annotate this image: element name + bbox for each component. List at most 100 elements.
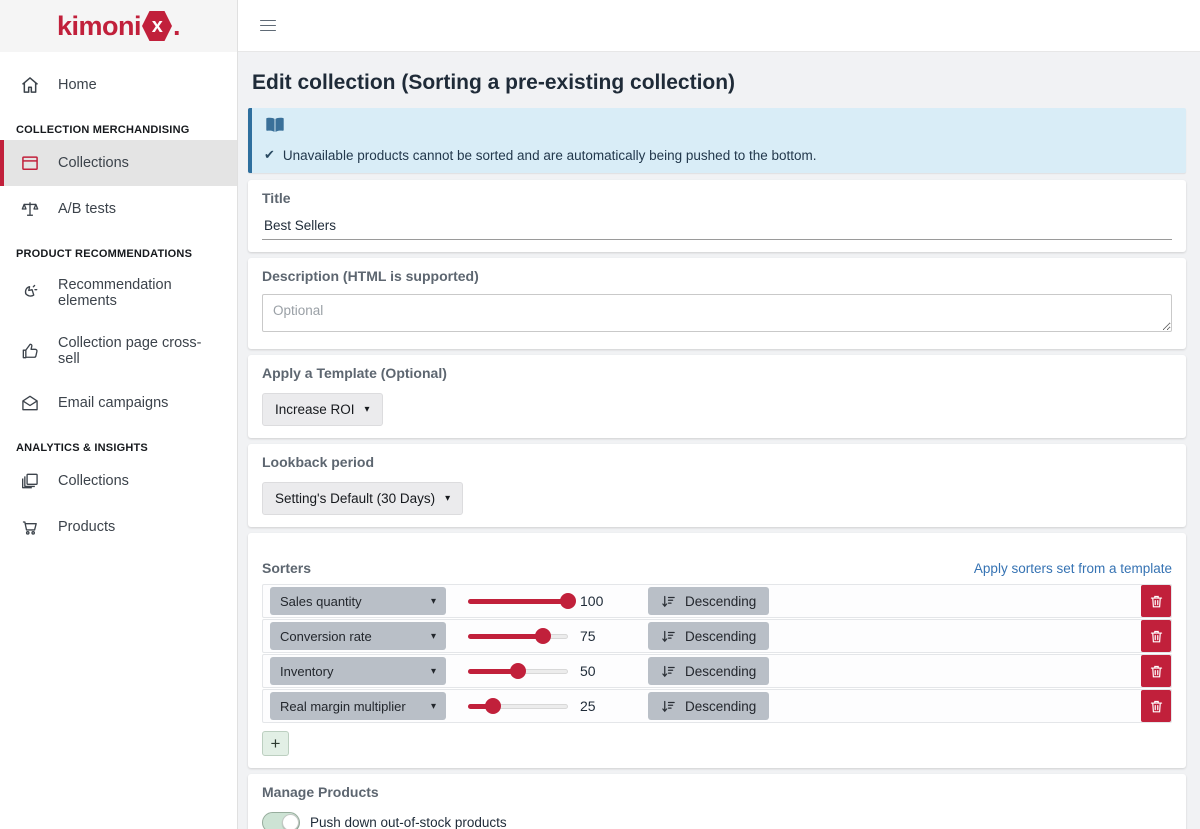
- weight-value: 75: [580, 628, 614, 644]
- slider-knob[interactable]: [535, 628, 551, 644]
- manage-products-label: Manage Products: [262, 784, 1172, 800]
- title-input[interactable]: [262, 214, 1172, 240]
- toggle-knob: [282, 814, 299, 829]
- sorter-select[interactable]: Conversion rate ▾: [270, 622, 446, 650]
- caret-down-icon: ▾: [431, 631, 436, 642]
- sort-direction-button[interactable]: Descending: [648, 657, 769, 685]
- description-textarea[interactable]: [262, 294, 1172, 332]
- snap-fingers-icon: [20, 283, 40, 303]
- browser-window-icon: [20, 153, 40, 173]
- sorter-select[interactable]: Sales quantity ▾: [270, 587, 446, 615]
- template-select[interactable]: Increase ROI ▾: [262, 393, 383, 426]
- sidebar-section-header: COLLECTION MERCHANDISING: [0, 108, 237, 140]
- lookback-card: Lookback period Setting's Default (30 Da…: [248, 444, 1186, 527]
- sort-descending-icon: [661, 664, 676, 679]
- template-value: Increase ROI: [275, 402, 355, 417]
- logo-bar: kimonix.: [0, 0, 237, 52]
- sort-direction-label: Descending: [685, 699, 756, 714]
- slider-knob[interactable]: [560, 593, 576, 609]
- delete-sorter-button[interactable]: [1141, 620, 1171, 652]
- sidebar-item-cross-sell[interactable]: Collection page cross-sell: [0, 322, 237, 380]
- sidebar-section-header: PRODUCT RECOMMENDATIONS: [0, 232, 237, 264]
- sorters-label: Sorters: [262, 560, 311, 576]
- page-title: Edit collection (Sorting a pre-existing …: [252, 71, 1186, 95]
- toggle-label: Push down out-of-stock products: [310, 815, 507, 829]
- sidebar-item-label: Recommendation elements: [58, 277, 221, 309]
- sidebar-item-label: Collections: [58, 473, 129, 489]
- sort-direction-button[interactable]: Descending: [648, 622, 769, 650]
- caret-down-icon: ▾: [365, 404, 370, 415]
- sidebar-item-recommendation-elements[interactable]: Recommendation elements: [0, 264, 237, 322]
- scale-icon: [20, 199, 40, 219]
- title-card: Title: [248, 180, 1186, 252]
- caret-down-icon: ▾: [431, 666, 436, 677]
- weight-slider[interactable]: [468, 628, 568, 644]
- sorter-row: Conversion rate ▾ 75 Descending: [262, 619, 1172, 653]
- sort-direction-label: Descending: [685, 594, 756, 609]
- lookback-label: Lookback period: [262, 454, 1172, 470]
- delete-sorter-button[interactable]: [1141, 655, 1171, 687]
- add-sorter-button[interactable]: +: [262, 731, 289, 756]
- push-down-out-of-stock-toggle[interactable]: [262, 812, 300, 829]
- manage-products-card: Manage Products Push down out-of-stock p…: [248, 774, 1186, 829]
- sidebar: kimonix. Home COLLECTION MERCHANDISING C…: [0, 0, 238, 829]
- menu-icon[interactable]: [260, 16, 276, 35]
- sorter-name: Sales quantity: [280, 594, 362, 609]
- slider-knob[interactable]: [510, 663, 526, 679]
- trash-icon: [1149, 699, 1164, 714]
- logo-text: kimoni: [57, 11, 141, 42]
- sidebar-item-label: Collections: [58, 155, 129, 171]
- plus-icon: +: [271, 734, 281, 754]
- sidebar-section-header: ANALYTICS & INSIGHTS: [0, 426, 237, 458]
- sorter-rows: Sales quantity ▾ 100 Descending: [262, 584, 1172, 723]
- logo-dot: .: [173, 11, 180, 42]
- apply-sorters-template-link[interactable]: Apply sorters set from a template: [974, 561, 1172, 576]
- weight-slider[interactable]: [468, 663, 568, 679]
- sort-descending-icon: [661, 594, 676, 609]
- home-icon: [20, 75, 40, 95]
- shopping-cart-icon: [20, 517, 40, 537]
- sort-direction-button[interactable]: Descending: [648, 692, 769, 720]
- trash-icon: [1149, 664, 1164, 679]
- weight-slider[interactable]: [468, 593, 568, 609]
- sidebar-item-analytics-collections[interactable]: Collections: [0, 458, 237, 504]
- weight-slider[interactable]: [468, 698, 568, 714]
- kimonix-logo[interactable]: kimonix.: [57, 11, 180, 42]
- thumbs-up-icon: [20, 341, 40, 361]
- weight-value: 25: [580, 698, 614, 714]
- sort-direction-button[interactable]: Descending: [648, 587, 769, 615]
- sorter-select[interactable]: Inventory ▾: [270, 657, 446, 685]
- stacked-copies-icon: [20, 471, 40, 491]
- sorter-name: Inventory: [280, 664, 333, 679]
- caret-down-icon: ▾: [445, 493, 450, 504]
- trash-icon: [1149, 629, 1164, 644]
- weight-value: 50: [580, 663, 614, 679]
- banner-message: ✔ Unavailable products cannot be sorted …: [264, 147, 1174, 163]
- delete-sorter-button[interactable]: [1141, 585, 1171, 617]
- sidebar-item-products[interactable]: Products: [0, 504, 237, 550]
- sidebar-item-email-campaigns[interactable]: Email campaigns: [0, 380, 237, 426]
- sidebar-item-label: Products: [58, 519, 115, 535]
- envelope-open-icon: [20, 393, 40, 413]
- sorter-name: Conversion rate: [280, 629, 372, 644]
- sorter-row: Real margin multiplier ▾ 25 Descending: [262, 689, 1172, 723]
- slider-knob[interactable]: [485, 698, 501, 714]
- logo-hexagon-icon: x: [142, 11, 172, 41]
- sidebar-item-ab-tests[interactable]: A/B tests: [0, 186, 237, 232]
- caret-down-icon: ▾: [431, 596, 436, 607]
- main-content: Edit collection (Sorting a pre-existing …: [238, 52, 1200, 829]
- sorter-select[interactable]: Real margin multiplier ▾: [270, 692, 446, 720]
- sidebar-item-collections[interactable]: Collections: [0, 140, 237, 186]
- title-label: Title: [262, 190, 1172, 206]
- sorter-row: Sales quantity ▾ 100 Descending: [262, 584, 1172, 618]
- sidebar-item-label: Collection page cross-sell: [58, 335, 221, 367]
- delete-sorter-button[interactable]: [1141, 690, 1171, 722]
- sidebar-item-home[interactable]: Home: [0, 62, 237, 108]
- topbar: [238, 0, 1200, 52]
- weight-value: 100: [580, 593, 614, 609]
- trash-icon: [1149, 594, 1164, 609]
- sort-descending-icon: [661, 699, 676, 714]
- description-card: Description (HTML is supported): [248, 258, 1186, 349]
- lookback-select[interactable]: Setting's Default (30 Days) ▾: [262, 482, 463, 515]
- description-label: Description (HTML is supported): [262, 268, 1172, 284]
